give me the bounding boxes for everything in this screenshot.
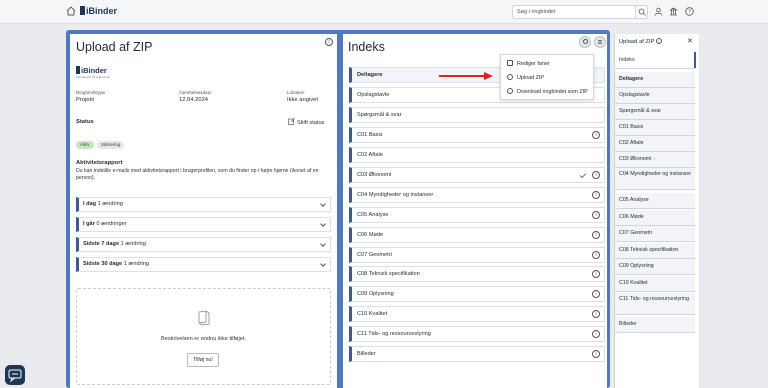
activity-title: Aktivitetsrapport	[76, 160, 123, 166]
index-row[interactable]: C04 Myndigheder og instanser i	[349, 187, 605, 203]
book-icon	[198, 310, 210, 326]
menu-item-edit-tabs[interactable]: Rediger faner	[507, 60, 550, 67]
home-icon[interactable]	[66, 6, 76, 16]
side-item[interactable]: Spørgsmål & svar	[615, 104, 695, 120]
info-icon[interactable]: i	[592, 270, 600, 278]
description-empty-text: Beskrivelsen er endnu ikke tilføjet.	[161, 336, 246, 342]
side-item[interactable]: Opslagstavle	[615, 88, 695, 104]
change-status-button[interactable]: Skift status	[288, 118, 324, 126]
info-icon[interactable]: i	[592, 131, 600, 139]
chevron-down-icon	[320, 261, 326, 267]
period-today[interactable]: I dag 1 ændring	[76, 197, 331, 212]
app-logo[interactable]: iBinder	[80, 6, 117, 16]
shield-check-icon	[579, 173, 587, 179]
side-item[interactable]: C04 Myndigheder og instanser	[615, 168, 695, 190]
index-row[interactable]: Billeder i	[349, 346, 605, 362]
status-label: Status	[76, 119, 94, 125]
info-icon[interactable]: i	[655, 38, 662, 44]
index-row[interactable]: C07 Geometri i	[349, 247, 605, 263]
status-badge-phase: Skitsering	[97, 141, 125, 149]
index-row[interactable]: C06 Møde i	[349, 227, 605, 243]
info-icon[interactable]: i	[325, 38, 333, 46]
side-item-index[interactable]: Indeks	[615, 53, 695, 69]
info-icon[interactable]: i	[592, 211, 600, 219]
field-value-location: Ikke angivet	[287, 97, 318, 103]
index-row[interactable]: C09 Oplysning i	[349, 286, 605, 302]
period-30-days[interactable]: Sidste 30 dage 1 ændring	[76, 257, 331, 272]
org-logo: iBinder Fundament for teamwork	[76, 66, 110, 79]
chevron-down-icon	[320, 201, 326, 207]
shield-check-icon: ◌	[652, 156, 656, 162]
search-input[interactable]: Søg i ringbindet	[512, 5, 648, 19]
add-description-button[interactable]: Tilføj nu!	[187, 353, 219, 367]
info-icon[interactable]: i	[592, 251, 600, 259]
field-label-created: Oprettelsesdato	[179, 90, 212, 95]
index-title: Indeks	[348, 40, 385, 54]
info-icon[interactable]: i	[592, 330, 600, 338]
side-item[interactable]: C03 Økonomi ◌	[615, 152, 695, 168]
index-row[interactable]: C05 Analyse i	[349, 207, 605, 223]
chat-button[interactable]	[5, 365, 25, 385]
side-item[interactable]: C08 Teknisk specifikation	[615, 243, 695, 259]
building-icon[interactable]	[669, 7, 678, 16]
chevron-down-icon	[320, 241, 326, 247]
index-row[interactable]: C08 Teknisk specifikation i	[349, 266, 605, 282]
close-icon[interactable]: ✕	[687, 37, 693, 45]
hamburger-icon	[598, 40, 602, 44]
side-item[interactable]: Deltagere	[615, 72, 695, 88]
page-title: Upload af ZIP	[76, 40, 153, 54]
index-options-menu: Rediger faner Upload ZIP Download ringbi…	[500, 54, 594, 100]
cloud-download-icon	[507, 88, 513, 94]
chevron-down-icon	[320, 221, 326, 227]
info-icon[interactable]: i	[592, 310, 600, 318]
search-icon[interactable]	[635, 6, 647, 18]
info-icon[interactable]: i	[592, 290, 600, 298]
menu-item-download-zip[interactable]: Download ringbindet som ZIP	[507, 88, 588, 95]
index-row[interactable]: C11 Tids- og ressourcestyring i	[349, 326, 605, 342]
index-row[interactable]: C03 Økonomi i	[349, 167, 605, 183]
index-row[interactable]: Spørgsmål & svar	[349, 107, 605, 123]
edit-icon	[288, 118, 295, 125]
field-value-created: 12.04.2024	[179, 97, 209, 103]
scroll-indicator[interactable]	[694, 52, 696, 68]
period-7-days[interactable]: Sidste 7 dage 1 ændring	[76, 237, 331, 252]
info-icon[interactable]: i	[592, 191, 600, 199]
side-item[interactable]: C07 Geometri	[615, 226, 695, 242]
index-row[interactable]: C10 Kvalitet i	[349, 306, 605, 322]
index-row[interactable]: C02 Aftale	[349, 147, 605, 163]
chat-icon	[8, 369, 22, 383]
field-label-type: Ringbindstype	[76, 90, 106, 95]
index-row[interactable]: C01 Basis i	[349, 127, 605, 143]
side-panel-title: Upload af ZIP i	[619, 38, 662, 45]
field-label-location: Lokation	[287, 90, 305, 95]
red-arrow-annotation	[439, 72, 493, 80]
info-button[interactable]	[579, 36, 591, 48]
activity-text: Du kan indstille e-mails med aktivitetsr…	[76, 168, 319, 181]
cloud-upload-icon	[507, 74, 513, 80]
side-item[interactable]: C09 Oplysning	[615, 259, 695, 275]
edit-icon	[507, 60, 513, 66]
info-icon[interactable]: i	[592, 350, 600, 358]
help-icon[interactable]: ?	[685, 7, 694, 16]
side-item[interactable]: Billeder	[615, 317, 695, 333]
side-item[interactable]: C05 Analyse	[615, 193, 695, 209]
side-item[interactable]: C10 Kvalitet	[615, 276, 695, 292]
status-badge-active: Aktiv	[76, 141, 94, 149]
field-value-type: Projekt	[76, 97, 95, 103]
svg-text:?: ?	[688, 10, 691, 16]
side-item[interactable]: C02 Aftale	[615, 136, 695, 152]
side-item[interactable]: C06 Møde	[615, 210, 695, 226]
side-item[interactable]: C01 Basis	[615, 120, 695, 136]
side-item[interactable]: C11 Tids- og ressourcestyring	[615, 293, 695, 315]
info-icon[interactable]: i	[592, 171, 600, 179]
menu-button[interactable]	[594, 36, 606, 48]
top-bar: iBinder Søg i ringbindet ?	[0, 0, 768, 24]
info-icon[interactable]: i	[592, 231, 600, 239]
user-icon[interactable]	[654, 7, 663, 16]
menu-item-upload-zip[interactable]: Upload ZIP	[507, 74, 544, 81]
period-yesterday[interactable]: I går 0 ændringer	[76, 217, 331, 232]
